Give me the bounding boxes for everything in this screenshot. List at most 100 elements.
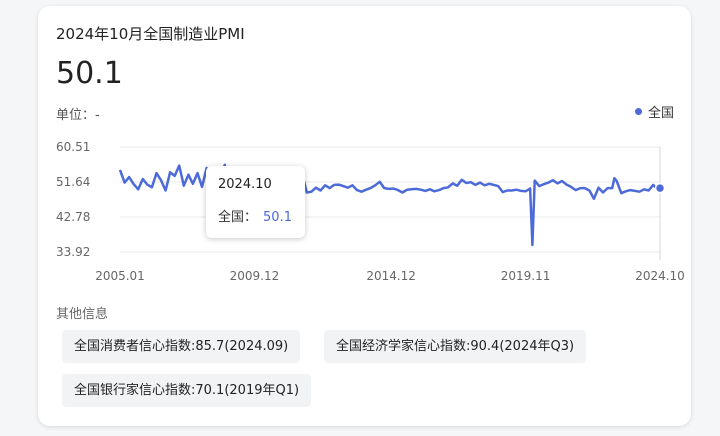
data-point <box>648 189 650 191</box>
data-point <box>124 182 126 184</box>
y-tick-label: 42.78 <box>56 210 90 224</box>
data-point <box>128 176 130 178</box>
data-point <box>529 188 531 190</box>
data-point <box>611 187 613 189</box>
data-point <box>411 188 413 190</box>
data-point <box>201 186 203 188</box>
data-point <box>402 191 404 193</box>
data-point <box>502 191 504 193</box>
data-point <box>593 198 595 200</box>
data-point <box>629 189 631 191</box>
data-point <box>470 181 472 183</box>
data-point <box>370 187 372 189</box>
data-point <box>531 244 533 246</box>
data-point <box>415 188 417 190</box>
data-point <box>561 180 563 182</box>
data-point <box>169 171 171 173</box>
data-point <box>579 187 581 189</box>
data-point <box>192 183 194 185</box>
data-point <box>443 187 445 189</box>
data-point <box>461 179 463 181</box>
data-point <box>388 188 390 190</box>
data-point <box>379 181 381 183</box>
data-point <box>566 184 568 186</box>
data-point <box>456 185 458 187</box>
data-point <box>137 188 139 190</box>
data-point <box>383 187 385 189</box>
data-point <box>511 189 513 191</box>
data-point <box>520 190 522 192</box>
data-point <box>447 186 449 188</box>
data-point <box>133 183 135 185</box>
tooltip-value: 50.1 <box>263 210 292 225</box>
data-point <box>616 180 618 182</box>
data-point <box>479 182 481 184</box>
data-point <box>570 186 572 188</box>
tooltip-row: 全国： 50.1 <box>218 206 305 225</box>
data-point <box>625 190 627 192</box>
info-chip-consumer-confidence[interactable]: 全国消费者信心指数:85.7(2024.09) <box>62 330 301 363</box>
data-point <box>575 189 577 191</box>
data-point <box>392 188 394 190</box>
data-point <box>374 184 376 186</box>
y-tick-label: 51.64 <box>56 175 90 189</box>
data-point <box>178 165 180 167</box>
data-point <box>165 189 167 191</box>
data-point <box>620 192 622 194</box>
data-point <box>356 189 358 191</box>
data-point <box>652 184 654 186</box>
data-point <box>406 189 408 191</box>
x-tick-label: 2014.12 <box>366 269 416 283</box>
data-point <box>534 180 536 182</box>
data-point <box>324 184 326 186</box>
data-point <box>506 189 508 191</box>
data-point <box>433 190 435 192</box>
info-chip-economist-confidence[interactable]: 全国经济学家信心指数:90.4(2024年Q3) <box>324 330 587 363</box>
data-point <box>155 172 157 174</box>
data-point <box>351 184 353 186</box>
data-point <box>310 191 312 193</box>
data-point <box>306 191 308 193</box>
data-point <box>484 184 486 186</box>
data-point <box>424 190 426 192</box>
data-point <box>315 187 317 189</box>
data-point <box>493 184 495 186</box>
data-point <box>538 185 540 187</box>
data-point <box>174 175 176 177</box>
data-point <box>602 191 604 193</box>
data-point <box>397 189 399 191</box>
data-point <box>474 184 476 186</box>
data-point <box>465 182 467 184</box>
data-point <box>584 187 586 189</box>
data-point <box>552 179 554 181</box>
data-point <box>196 172 198 174</box>
info-chip-banker-confidence[interactable]: 全国银行家信心指数:70.1(2019年Q1) <box>62 374 312 407</box>
x-tick-label: 2009.12 <box>230 269 280 283</box>
data-point <box>515 189 517 191</box>
pmi-card: 2024年10月全国制造业PMI 50.1 单位：- 全国 60.51 51.64… <box>38 6 691 426</box>
line-chart[interactable]: 60.51 51.64 42.78 33.92 2005.01 2009.12 2014.1… <box>38 6 691 291</box>
highlighted-point <box>654 182 666 194</box>
data-point <box>488 183 490 185</box>
data-point <box>497 185 499 187</box>
data-point <box>452 182 454 184</box>
data-point <box>613 177 615 179</box>
data-point <box>556 182 558 184</box>
data-point <box>347 187 349 189</box>
data-point <box>146 184 148 186</box>
data-point <box>160 179 162 181</box>
x-tick-label: 2019.11 <box>501 269 551 283</box>
tooltip-date: 2024.10 <box>218 177 272 192</box>
data-point <box>525 190 527 192</box>
y-tick-label: 60.51 <box>56 140 90 154</box>
data-point <box>361 191 363 193</box>
data-point <box>320 189 322 191</box>
data-point <box>333 184 335 186</box>
other-info-heading: 其他信息 <box>56 307 109 322</box>
data-point <box>438 189 440 191</box>
x-tick-label: 2024.10 <box>635 269 685 283</box>
data-point <box>151 186 153 188</box>
data-point <box>597 187 599 189</box>
data-point <box>638 191 640 193</box>
tooltip-series-label: 全国： <box>218 210 258 225</box>
